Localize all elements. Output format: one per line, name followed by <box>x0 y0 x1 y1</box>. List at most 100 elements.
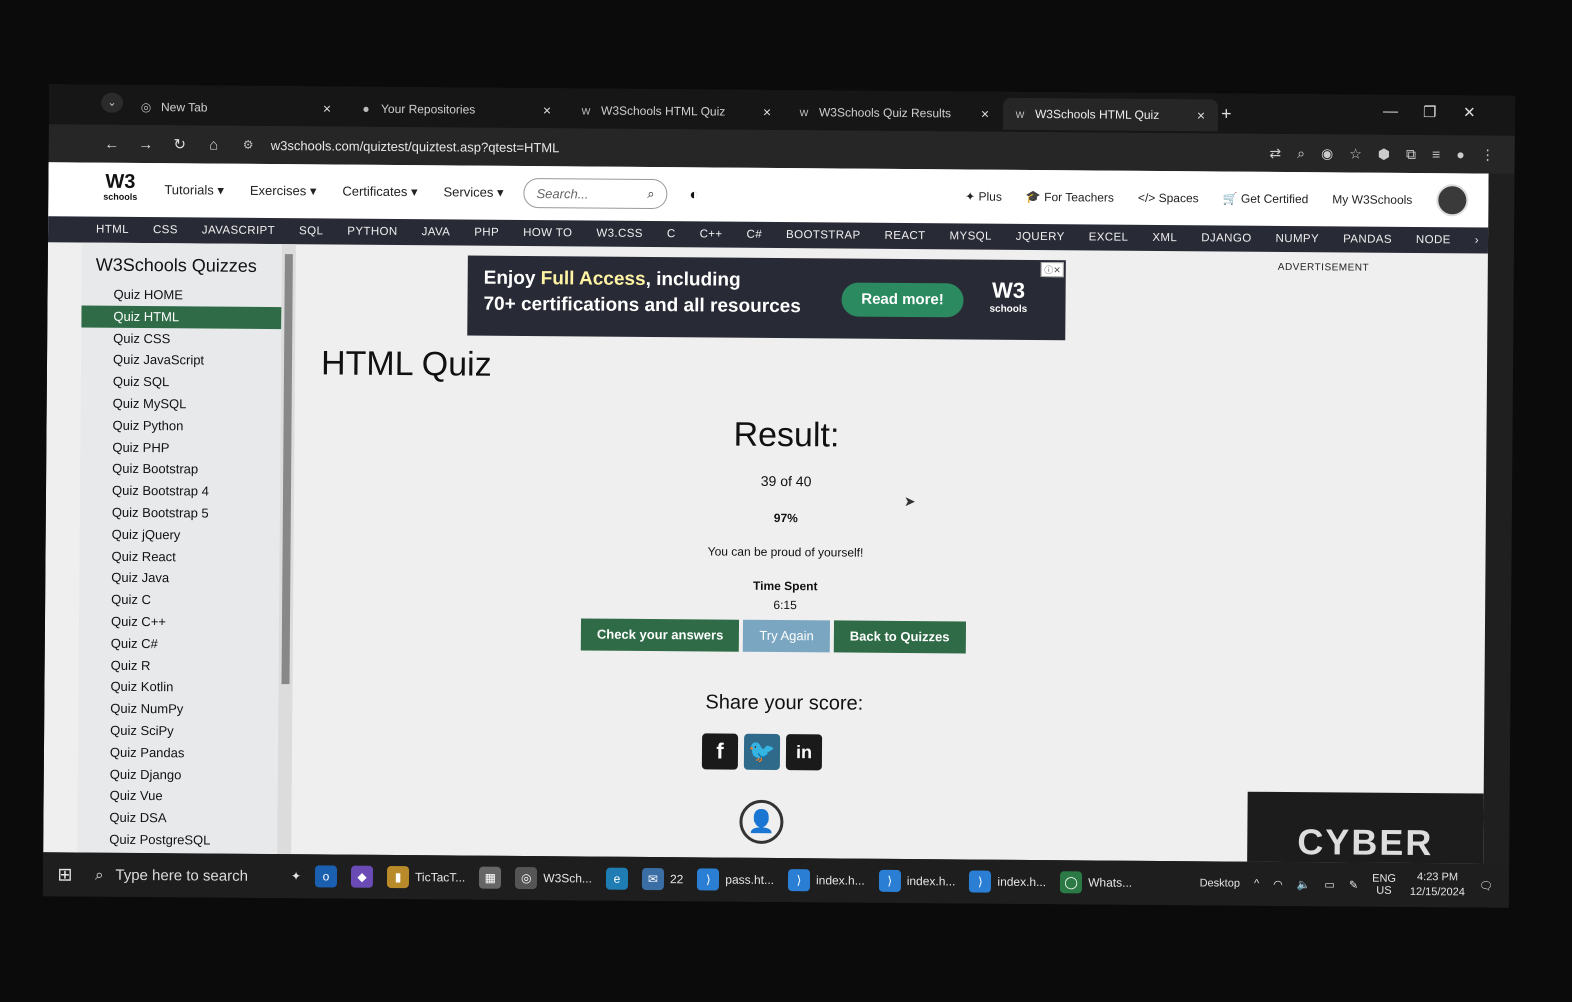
try-again-button[interactable]: Try Again <box>743 619 830 653</box>
close-icon[interactable]: × <box>978 106 992 122</box>
taskbar-whatsapp[interactable]: ◯ Whats... <box>1060 871 1132 894</box>
restore-icon[interactable]: ❐ <box>1423 103 1437 121</box>
sidebar-item[interactable]: Quiz Django <box>78 763 278 786</box>
contrast-toggle-icon[interactable]: ◐ <box>689 186 698 203</box>
cyber-promo-ad[interactable]: CYBER <box>1247 791 1484 864</box>
sidebar-item[interactable]: Quiz React <box>79 545 279 568</box>
lang-django[interactable]: DJANGO <box>1201 232 1251 244</box>
tab-new-tab[interactable]: ◎ New Tab × <box>129 91 344 125</box>
wifi-icon[interactable]: ◠ <box>1273 877 1283 890</box>
menu-exercises[interactable]: Exercises ▾ <box>250 183 317 200</box>
taskbar-tictac[interactable]: ▮ TicTacT... <box>386 865 465 889</box>
minimize-icon[interactable]: — <box>1383 103 1398 120</box>
lang-csharp[interactable]: C# <box>746 229 762 241</box>
lang-mysql[interactable]: MYSQL <box>950 230 992 242</box>
edge-icon[interactable]: e <box>605 867 629 890</box>
sidebar-item[interactable]: Quiz CSS <box>81 327 281 350</box>
lang-php[interactable]: PHP <box>474 227 499 239</box>
sidebar-scroll-thumb[interactable] <box>281 254 293 685</box>
check-answers-button[interactable]: Check your answers <box>580 618 740 652</box>
translate-icon[interactable]: ⇄ <box>1269 144 1281 161</box>
forward-arrow-icon[interactable]: → <box>129 135 163 152</box>
sidebar-item[interactable]: Quiz Python <box>80 414 280 437</box>
menu-services[interactable]: Services ▾ <box>443 184 503 200</box>
tab-your-repositories[interactable]: ● Your Repositories × <box>349 93 564 127</box>
sidebar-item[interactable]: Quiz R <box>79 654 279 677</box>
lang-numpy[interactable]: NUMPY <box>1276 233 1320 245</box>
chevron-right-icon[interactable]: › <box>1475 234 1479 246</box>
back-arrow-icon[interactable]: ← <box>95 135 129 152</box>
home-icon[interactable]: ⌂ <box>197 136 231 153</box>
volume-icon[interactable]: 🔈 <box>1297 878 1311 891</box>
clock[interactable]: 4:23 PM 12/15/2024 <box>1410 870 1465 900</box>
lang-html[interactable]: HTML <box>96 224 129 236</box>
input-language[interactable]: ENG US <box>1372 873 1396 897</box>
lang-jquery[interactable]: JQUERY <box>1016 231 1065 243</box>
sidebar-item[interactable]: Quiz Pandas <box>78 741 278 764</box>
profile-icon[interactable]: ● <box>1456 146 1465 163</box>
for-teachers-link[interactable]: 🎓 For Teachers <box>1026 190 1114 205</box>
sidebar-item[interactable]: Quiz SciPy <box>78 719 278 742</box>
sidebar-item[interactable]: Quiz PHP <box>80 436 280 459</box>
menu-kebab-icon[interactable]: ⋮ <box>1481 146 1495 163</box>
taskbar-vscode-4[interactable]: ⟩ index.h... <box>969 870 1046 894</box>
outlook-icon[interactable]: o <box>314 865 338 888</box>
sidebar-item[interactable]: Quiz MySQL <box>81 392 281 415</box>
taskbar-search[interactable]: ⌕ Type here to search <box>87 866 277 884</box>
tab-search-dropdown[interactable]: ⌄ <box>100 92 124 113</box>
facebook-icon[interactable]: f <box>701 733 739 770</box>
close-icon[interactable]: × <box>540 102 554 118</box>
sidebar-item[interactable]: Quiz jQuery <box>80 523 280 546</box>
close-icon[interactable]: × <box>1194 107 1208 123</box>
back-to-quizzes-button[interactable]: Back to Quizzes <box>833 620 966 654</box>
sidebar-item[interactable]: Quiz Bootstrap 4 <box>80 480 280 503</box>
window-close-icon[interactable]: ✕ <box>1463 103 1476 121</box>
battery-icon[interactable]: ▭ <box>1324 878 1335 891</box>
sidebar-item[interactable]: Quiz HTML <box>81 305 282 329</box>
lang-c[interactable]: C <box>667 228 676 240</box>
star-icon[interactable]: ☆ <box>1349 145 1362 162</box>
tab-w3schools-html-quiz[interactable]: w W3Schools HTML Quiz × <box>569 94 784 128</box>
lang-node[interactable]: NODE <box>1416 234 1451 246</box>
promo-banner[interactable]: Enjoy Full Access, including 70+ certifi… <box>467 255 1066 341</box>
close-icon[interactable]: × <box>760 104 774 120</box>
lang-javascript[interactable]: JAVASCRIPT <box>202 224 275 237</box>
pen-icon[interactable]: ✎ <box>1349 878 1358 891</box>
ad-close-icon[interactable]: ⓘ✕ <box>1041 262 1064 278</box>
copilot-icon[interactable]: ✦ <box>291 869 301 883</box>
site-info-icon[interactable]: ⚙ <box>243 138 261 152</box>
sidebar-item[interactable]: Quiz HOME <box>81 284 281 307</box>
sidebar-item[interactable]: Quiz SQL <box>81 371 281 394</box>
sidebar-item[interactable]: Quiz NumPy <box>78 698 278 721</box>
twitter-icon[interactable]: 🐦 <box>743 733 781 771</box>
sidebar-item[interactable]: Quiz C <box>79 589 279 612</box>
tab-w3schools-quiz-results[interactable]: w W3Schools Quiz Results × <box>787 96 1002 130</box>
calculator-icon[interactable]: ▦ <box>479 866 502 889</box>
taskbar-vscode-2[interactable]: ⟩ index.h... <box>787 869 865 892</box>
taskbar-vscode-1[interactable]: ⟩ pass.ht... <box>697 868 774 891</box>
get-certified-link[interactable]: 🛒 Get Certified <box>1223 191 1309 206</box>
sidebar-item[interactable]: Quiz Kotlin <box>78 676 278 699</box>
lang-cpp[interactable]: C++ <box>700 228 723 240</box>
lang-xml[interactable]: XML <box>1152 232 1177 244</box>
lang-java[interactable]: JAVA <box>422 226 451 238</box>
reload-icon[interactable]: ↻ <box>163 135 197 153</box>
reading-list-icon[interactable]: ≡ <box>1432 146 1440 163</box>
taskbar-chrome[interactable]: ◎ W3Sch... <box>515 866 592 890</box>
my-w3schools-link[interactable]: My W3Schools <box>1332 192 1412 207</box>
lang-how-to[interactable]: HOW TO <box>523 227 572 239</box>
taskbar-mail[interactable]: ✉ 22 <box>641 867 684 891</box>
new-tab-plus-icon[interactable]: + <box>1221 103 1232 124</box>
lang-w3css[interactable]: W3.CSS <box>596 228 643 240</box>
search-icon[interactable]: ⌕ <box>647 186 654 202</box>
sidebar-item[interactable]: Quiz DSA <box>77 807 277 830</box>
spaces-link[interactable]: </> Spaces <box>1138 191 1199 205</box>
w3schools-logo[interactable]: W3 schools <box>100 171 140 208</box>
chevron-up-icon[interactable]: ^ <box>1254 878 1259 890</box>
linkedin-icon[interactable]: in <box>785 734 823 771</box>
notification-icon[interactable]: 🗨 <box>1479 879 1493 892</box>
tab-w3schools-html-quiz-active[interactable]: w W3Schools HTML Quiz × <box>1002 97 1219 132</box>
sidebar-item[interactable]: Quiz JavaScript <box>81 349 281 372</box>
avatar[interactable] <box>1436 184 1469 217</box>
sidebar-item[interactable]: Quiz C++ <box>79 610 279 633</box>
